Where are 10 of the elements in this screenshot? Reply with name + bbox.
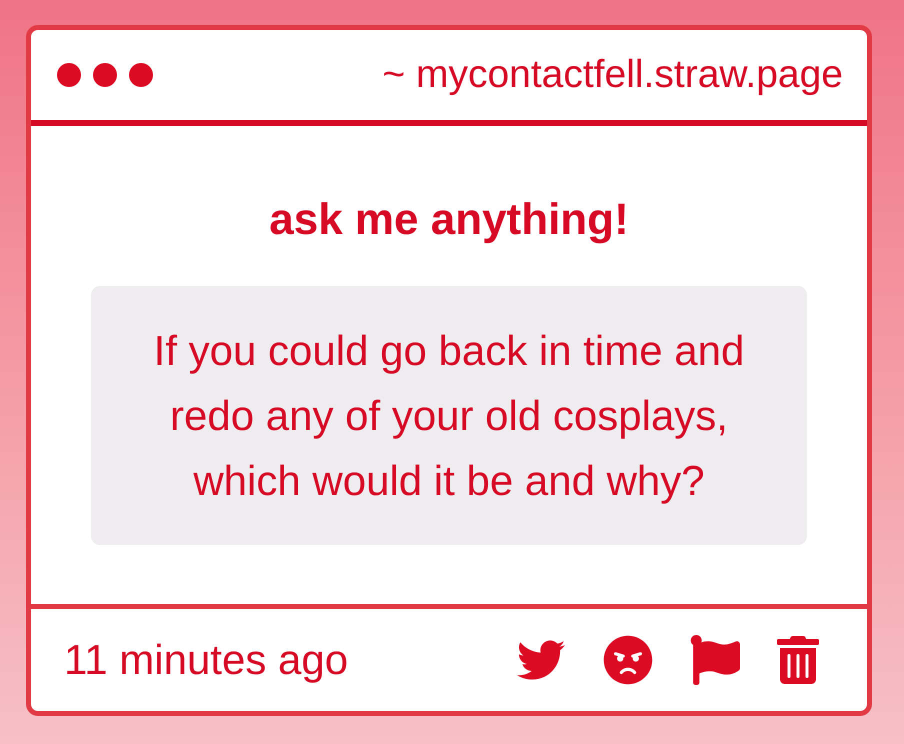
page-address: ~ mycontactfell.straw.page — [382, 52, 843, 98]
question-text: If you could go back in time and redo any of your old cosplays, which would it be and why? — [91, 286, 807, 545]
angry-face-icon[interactable] — [603, 635, 653, 685]
timestamp: 11 minutes ago — [64, 636, 348, 684]
window-dot-icon — [57, 63, 81, 87]
trash-icon[interactable] — [777, 636, 819, 684]
window-dot-icon — [93, 63, 117, 87]
page-heading: ask me anything! — [269, 195, 629, 245]
window-dot-icon — [129, 63, 153, 87]
flag-icon[interactable] — [690, 635, 740, 685]
